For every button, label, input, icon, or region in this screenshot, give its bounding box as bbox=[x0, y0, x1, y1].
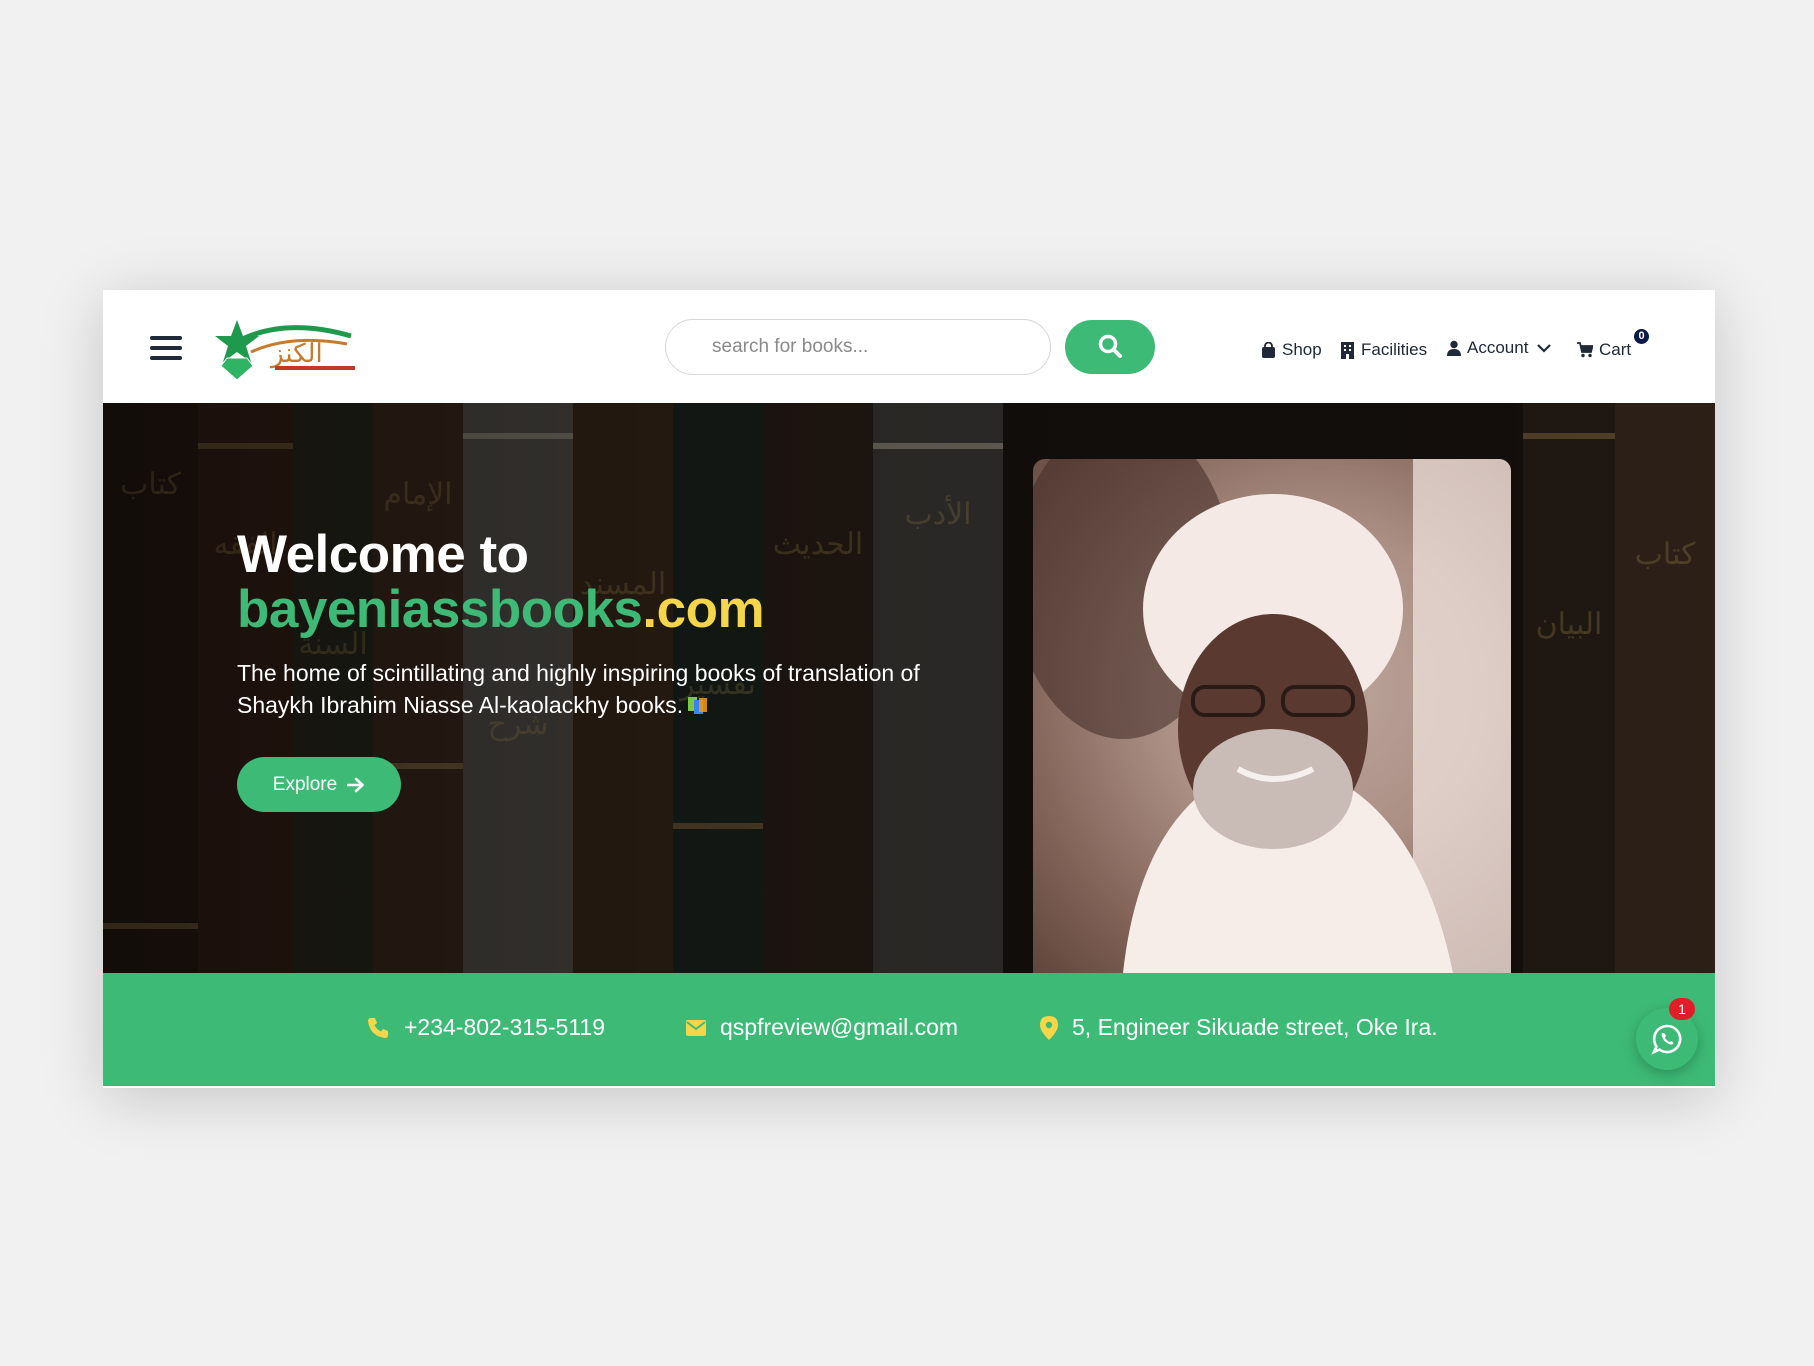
menu-icon[interactable] bbox=[150, 336, 182, 360]
mail-icon bbox=[686, 1019, 706, 1036]
svg-text:الكنز: الكنز bbox=[269, 339, 323, 369]
search-input[interactable] bbox=[665, 319, 1051, 375]
nav-shop[interactable]: Shop bbox=[1261, 338, 1322, 362]
nav-facilities[interactable]: Facilities bbox=[1340, 338, 1427, 362]
whatsapp-icon bbox=[1651, 1024, 1682, 1055]
search-button[interactable] bbox=[1065, 320, 1155, 374]
shopping-bag-icon bbox=[1262, 341, 1275, 358]
phone-icon bbox=[368, 1017, 388, 1038]
hero-subtitle: The home of scintillating and highly ins… bbox=[237, 657, 927, 721]
hero-title-line1: Welcome to bbox=[237, 525, 529, 584]
hero-title: Welcome to bayeniassbooks.com bbox=[237, 525, 765, 639]
nav-shop-label: Shop bbox=[1282, 340, 1322, 359]
nav-facilities-label: Facilities bbox=[1361, 340, 1428, 359]
user-icon bbox=[1447, 340, 1461, 356]
arrow-right-icon bbox=[347, 777, 365, 792]
contact-phone[interactable]: +234-802-315-5119 bbox=[366, 1014, 605, 1041]
location-pin-icon bbox=[1040, 1015, 1058, 1040]
contact-address: 5, Engineer Sikuade street, Oke Ira. bbox=[1040, 1014, 1438, 1041]
nav-cart[interactable]: Cart 0 bbox=[1577, 329, 1649, 362]
cart-icon bbox=[1577, 342, 1593, 358]
browser-page: الكنز Shop bbox=[103, 290, 1715, 1088]
contact-bar: +234-802-315-5119 qspfreview@gmail.com 5… bbox=[103, 973, 1715, 1086]
hero-title-brand: bayeniassbooks bbox=[237, 580, 643, 639]
cart-count-badge: 0 bbox=[1634, 329, 1649, 344]
portrait-image bbox=[1033, 459, 1511, 973]
contact-address-text: 5, Engineer Sikuade street, Oke Ira. bbox=[1072, 1014, 1438, 1040]
nav-account-label: Account bbox=[1467, 338, 1529, 357]
contact-phone-text: +234-802-315-5119 bbox=[404, 1014, 605, 1040]
explore-label: Explore bbox=[272, 773, 338, 795]
hero-title-tld: .com bbox=[642, 580, 765, 639]
nav-cart-label: Cart bbox=[1599, 340, 1632, 359]
nav-account[interactable]: Account bbox=[1447, 336, 1558, 360]
contact-email-text: qspfreview@gmail.com bbox=[720, 1014, 959, 1040]
search-icon bbox=[1098, 334, 1122, 358]
logo-star-icon: الكنز bbox=[215, 320, 355, 381]
site-logo[interactable]: الكنز bbox=[211, 314, 361, 384]
building-icon bbox=[1341, 341, 1354, 359]
explore-button[interactable]: Explore bbox=[237, 757, 401, 812]
books-icon bbox=[687, 691, 709, 714]
contact-email[interactable]: qspfreview@gmail.com bbox=[686, 1014, 958, 1041]
whatsapp-notification-badge: 1 bbox=[1669, 998, 1695, 1020]
site-header: الكنز Shop bbox=[103, 290, 1715, 403]
chevron-down-icon bbox=[1537, 344, 1552, 353]
hero-banner: كتاب الفقه السنة الإمام شرح المسند تفسير… bbox=[103, 403, 1715, 973]
hero-subtitle-text: The home of scintillating and highly ins… bbox=[237, 660, 920, 718]
